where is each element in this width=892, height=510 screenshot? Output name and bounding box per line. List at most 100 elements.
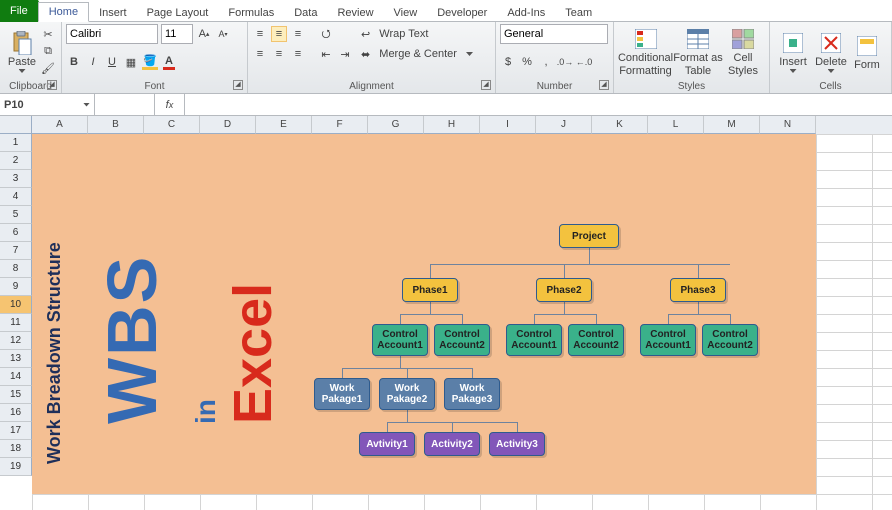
paste-button[interactable]: Paste <box>4 24 40 80</box>
wrap-text-button[interactable]: ↩ Wrap Text <box>361 24 473 44</box>
accounting-button[interactable]: $ <box>500 54 516 70</box>
node-ca1-2[interactable]: Control Account1 <box>506 324 562 356</box>
row-header[interactable]: 2 <box>0 152 32 170</box>
column-header[interactable]: E <box>256 116 312 134</box>
align-bottom-button[interactable]: ≡ <box>290 26 306 42</box>
increase-font-button[interactable]: A▴ <box>196 26 212 42</box>
align-center-button[interactable]: ≡ <box>271 46 287 62</box>
row-header[interactable]: 4 <box>0 188 32 206</box>
tab-page-layout[interactable]: Page Layout <box>137 4 219 22</box>
node-phase2[interactable]: Phase2 <box>536 278 592 302</box>
cell-grid[interactable]: Work Breadown Structure WBS in Excel <box>32 134 892 510</box>
node-ca2-2[interactable]: Control Account2 <box>568 324 624 356</box>
column-header[interactable]: K <box>592 116 648 134</box>
cell-styles-button[interactable]: Cell Styles <box>723 24 763 80</box>
conditional-formatting-button[interactable]: Conditional Formatting <box>618 24 673 80</box>
column-header[interactable]: F <box>312 116 368 134</box>
increase-decimal-button[interactable]: .0→ <box>557 54 573 70</box>
borders-button[interactable]: ▦ <box>123 54 139 70</box>
node-project[interactable]: Project <box>559 224 619 248</box>
tab-insert[interactable]: Insert <box>89 4 137 22</box>
node-ca1-3[interactable]: Control Account1 <box>640 324 696 356</box>
fill-color-button[interactable]: 🪣 <box>142 54 158 70</box>
column-header[interactable]: H <box>424 116 480 134</box>
increase-indent-button[interactable]: ⇥ <box>337 46 353 62</box>
column-header[interactable]: B <box>88 116 144 134</box>
node-phase1[interactable]: Phase1 <box>402 278 458 302</box>
bold-button[interactable]: B <box>66 54 82 70</box>
column-header[interactable]: D <box>200 116 256 134</box>
column-header[interactable]: C <box>144 116 200 134</box>
tab-view[interactable]: View <box>384 4 428 22</box>
align-middle-button[interactable]: ≡ <box>271 26 287 42</box>
cut-button[interactable]: ✂ <box>40 26 56 42</box>
delete-cells-button[interactable]: Delete <box>812 24 850 80</box>
row-header[interactable]: 7 <box>0 242 32 260</box>
node-phase3[interactable]: Phase3 <box>670 278 726 302</box>
node-wp1[interactable]: Work Pakage1 <box>314 378 370 410</box>
dialog-launcher-icon[interactable]: ◢ <box>481 80 491 90</box>
row-header[interactable]: 15 <box>0 386 32 404</box>
tab-formulas[interactable]: Formulas <box>218 4 284 22</box>
comma-button[interactable]: , <box>538 54 554 70</box>
column-header[interactable]: A <box>32 116 88 134</box>
row-header[interactable]: 19 <box>0 458 32 476</box>
row-header[interactable]: 16 <box>0 404 32 422</box>
insert-cells-button[interactable]: Insert <box>774 24 812 80</box>
node-activity1[interactable]: Avtivity1 <box>359 432 415 456</box>
select-all-corner[interactable] <box>0 116 32 134</box>
format-cells-button[interactable]: Form <box>850 24 884 80</box>
font-name-combo[interactable] <box>66 24 158 44</box>
column-header[interactable]: N <box>760 116 816 134</box>
diagram-shape[interactable]: Work Breadown Structure WBS in Excel <box>32 134 816 494</box>
tab-file[interactable]: File <box>0 0 38 22</box>
column-header[interactable]: M <box>704 116 760 134</box>
align-left-button[interactable]: ≡ <box>252 46 268 62</box>
percent-button[interactable]: % <box>519 54 535 70</box>
copy-button[interactable]: ⧉ <box>40 43 56 59</box>
font-size-combo[interactable] <box>161 24 193 44</box>
dialog-launcher-icon[interactable]: ◢ <box>233 80 243 90</box>
row-header[interactable]: 1 <box>0 134 32 152</box>
column-header[interactable]: L <box>648 116 704 134</box>
dialog-launcher-icon[interactable]: ◢ <box>599 80 609 90</box>
merge-center-button[interactable]: ⬌ Merge & Center <box>361 44 473 64</box>
tab-data[interactable]: Data <box>284 4 327 22</box>
column-header[interactable]: J <box>536 116 592 134</box>
tab-home[interactable]: Home <box>38 2 89 22</box>
decrease-font-button[interactable]: A▾ <box>215 26 231 42</box>
decrease-decimal-button[interactable]: ←.0 <box>576 54 592 70</box>
node-ca1-1[interactable]: Control Account1 <box>372 324 428 356</box>
column-header[interactable]: I <box>480 116 536 134</box>
formula-input[interactable] <box>185 94 892 115</box>
node-ca2-1[interactable]: Control Account2 <box>434 324 490 356</box>
decrease-indent-button[interactable]: ⇤ <box>318 46 334 62</box>
row-header[interactable]: 14 <box>0 368 32 386</box>
row-header[interactable]: 10 <box>0 296 32 314</box>
row-header[interactable]: 6 <box>0 224 32 242</box>
font-color-button[interactable]: A <box>161 54 177 70</box>
row-header[interactable]: 18 <box>0 440 32 458</box>
orientation-button[interactable]: ⭯ <box>318 26 334 42</box>
row-header[interactable]: 3 <box>0 170 32 188</box>
format-as-table-button[interactable]: Format as Table <box>673 24 723 80</box>
row-header[interactable]: 5 <box>0 206 32 224</box>
dialog-launcher-icon[interactable]: ◢ <box>47 80 57 90</box>
format-painter-button[interactable]: 🖌 <box>40 60 56 76</box>
row-header[interactable]: 13 <box>0 350 32 368</box>
column-header[interactable]: G <box>368 116 424 134</box>
tab-developer[interactable]: Developer <box>427 4 497 22</box>
align-right-button[interactable]: ≡ <box>290 46 306 62</box>
row-header[interactable]: 11 <box>0 314 32 332</box>
italic-button[interactable]: I <box>85 54 101 70</box>
tab-review[interactable]: Review <box>327 4 383 22</box>
underline-button[interactable]: U <box>104 54 120 70</box>
row-header[interactable]: 8 <box>0 260 32 278</box>
node-activity2[interactable]: Activity2 <box>424 432 480 456</box>
row-header[interactable]: 9 <box>0 278 32 296</box>
node-wp2[interactable]: Work Pakage2 <box>379 378 435 410</box>
align-top-button[interactable]: ≡ <box>252 26 268 42</box>
tab-addins[interactable]: Add-Ins <box>497 4 555 22</box>
row-header[interactable]: 12 <box>0 332 32 350</box>
fx-button[interactable]: fx <box>155 94 185 115</box>
